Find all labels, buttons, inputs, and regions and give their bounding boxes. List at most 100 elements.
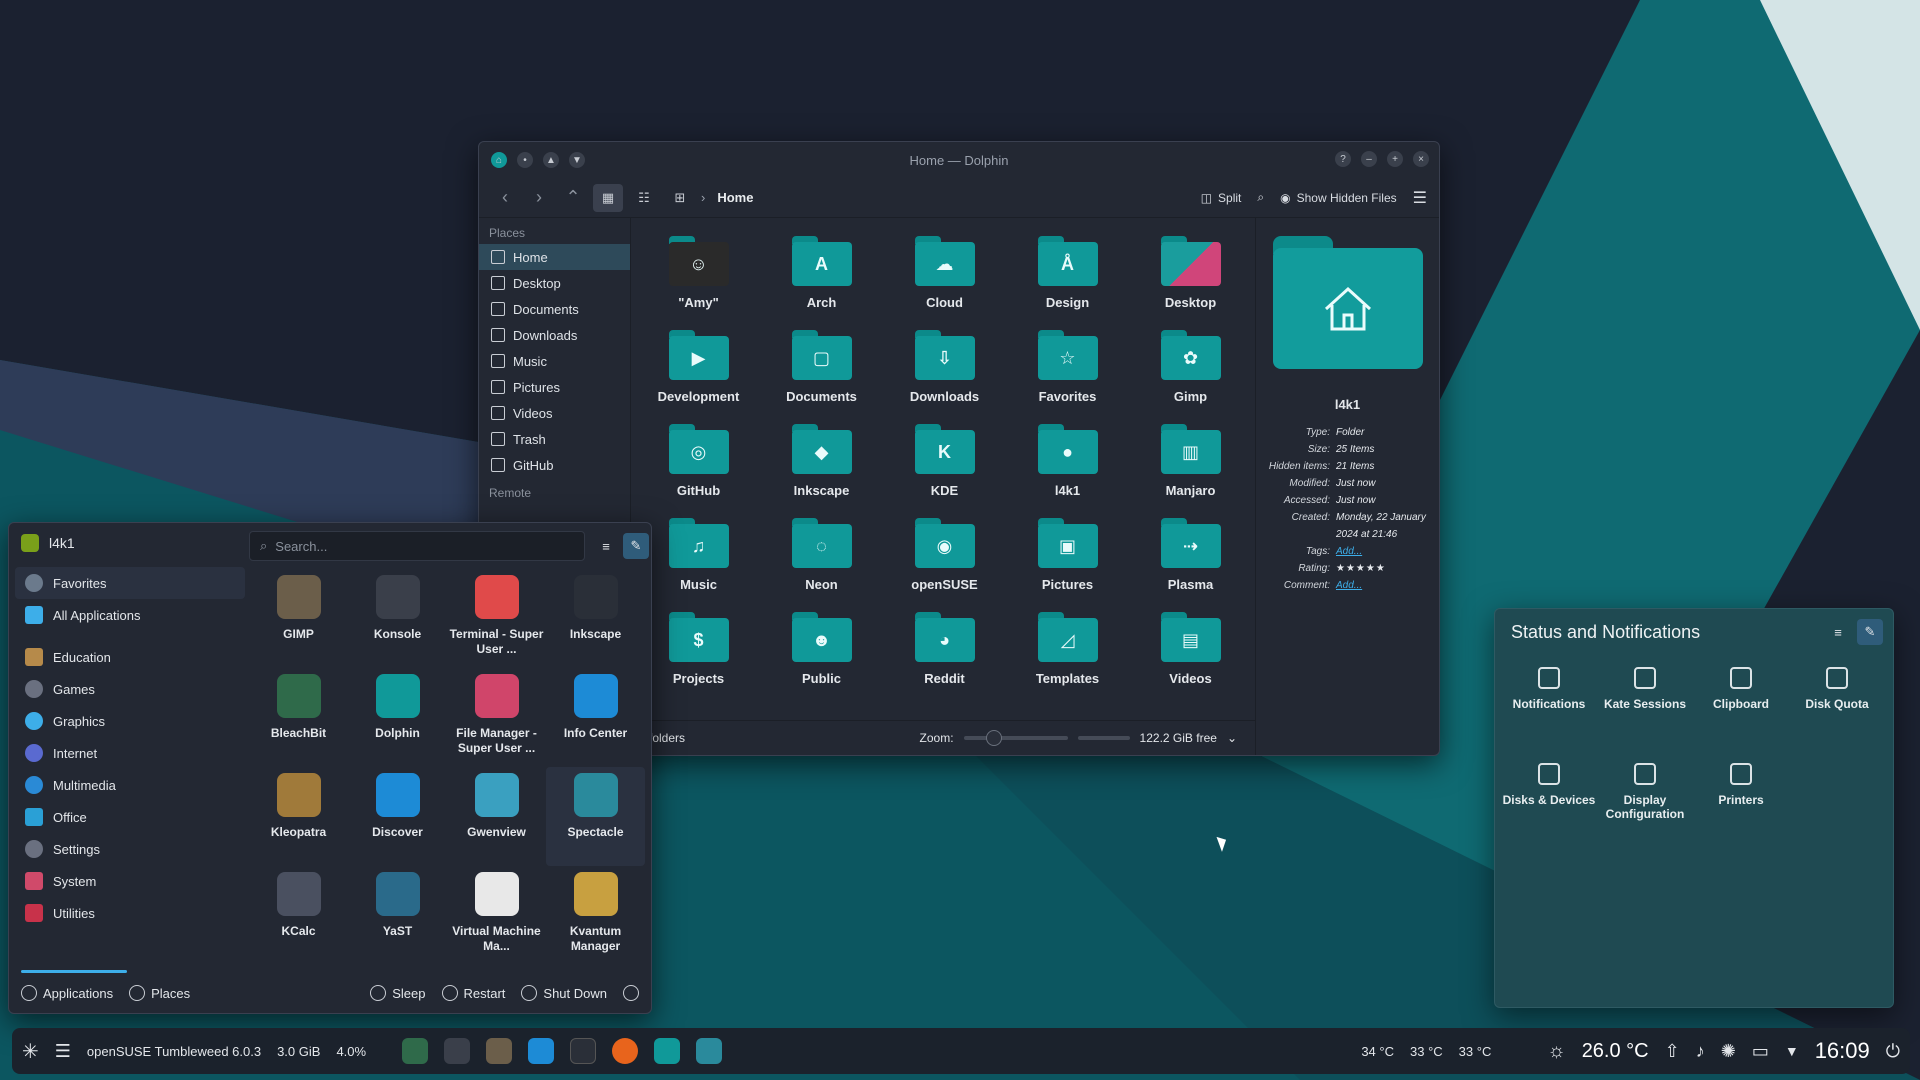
pin-button[interactable]: ✎ [623, 533, 649, 559]
panel-item-printers[interactable]: Printers [1693, 763, 1789, 859]
sidebar-item-documents[interactable]: Documents [479, 296, 630, 322]
folder-item[interactable]: ⇩ Downloads [883, 320, 1006, 414]
folder-item[interactable]: ◉ openSUSE [883, 508, 1006, 602]
network-icon[interactable]: ▭ [1752, 1041, 1769, 1062]
chevron-down-icon[interactable]: ⌄ [1227, 731, 1237, 745]
task-spectacle[interactable] [696, 1038, 723, 1064]
category-multimedia[interactable]: Multimedia [15, 769, 245, 801]
folder-item[interactable]: ♫ Music [637, 508, 760, 602]
folder-item[interactable]: Desktop [1129, 226, 1252, 320]
configure-button[interactable]: ≡ [593, 533, 619, 559]
sidebar-item-home[interactable]: Home [479, 244, 630, 270]
app-inkscape[interactable]: Inkscape [546, 569, 645, 668]
icons-view-button[interactable]: ▦ [593, 183, 623, 212]
folder-item[interactable]: ☁ Cloud [883, 226, 1006, 320]
tab-places[interactable]: Places [129, 985, 190, 1001]
panel-item-clipboard[interactable]: Clipboard [1693, 667, 1789, 763]
sidebar-item-desktop[interactable]: Desktop [479, 270, 630, 296]
app-gwenview[interactable]: Gwenview [447, 767, 546, 866]
info-value[interactable]: ★★★★★ [1336, 560, 1429, 577]
folder-item[interactable]: ◿ Templates [1006, 602, 1129, 696]
category-office[interactable]: Office [15, 801, 245, 833]
sidebar-item-pictures[interactable]: Pictures [479, 374, 630, 400]
task-dolphin[interactable] [654, 1038, 681, 1064]
folder-item[interactable]: ▤ Videos [1129, 602, 1252, 696]
app-spectacle[interactable]: Spectacle [546, 767, 645, 866]
info-value[interactable]: Add... [1336, 543, 1429, 560]
folder-item[interactable]: $ Projects [637, 602, 760, 696]
app-bleachbit[interactable]: BleachBit [249, 668, 348, 767]
up-button[interactable]: ⌃ [559, 184, 587, 212]
clock[interactable]: 16:09 [1815, 1038, 1870, 1064]
panel-item-kate-sessions[interactable]: Kate Sessions [1597, 667, 1693, 763]
split-button[interactable]: ◫ Split [1201, 191, 1242, 205]
app-kcalc[interactable]: KCalc [249, 866, 348, 965]
app-kvantum-manager[interactable]: Kvantum Manager [546, 866, 645, 965]
folder-item[interactable]: Å Design [1006, 226, 1129, 320]
folder-item[interactable]: ☆ Favorites [1006, 320, 1129, 414]
category-utilities[interactable]: Utilities [15, 897, 245, 929]
folder-item[interactable]: ☻ Public [760, 602, 883, 696]
folder-item[interactable]: ▶ Development [637, 320, 760, 414]
folder-item[interactable]: ◌ Neon [760, 508, 883, 602]
close-button[interactable]: × [1413, 151, 1429, 167]
update-icon[interactable]: ⇧ [1665, 1041, 1680, 1062]
app-virtual-machine-ma[interactable]: Virtual Machine Ma... [447, 866, 546, 965]
app-yast[interactable]: YaST [348, 866, 447, 965]
restart-button[interactable]: Restart [441, 985, 505, 1001]
task-terminal[interactable] [570, 1038, 597, 1064]
folder-item[interactable]: ◕ Reddit [883, 602, 1006, 696]
task-inkscape[interactable] [444, 1038, 471, 1064]
folder-item[interactable]: ☺ "Amy" [637, 226, 760, 320]
help-button[interactable]: ? [1335, 151, 1351, 167]
tray-expand-icon[interactable]: ▼ [1785, 1043, 1799, 1059]
task-gimp[interactable] [486, 1038, 513, 1064]
folder-item[interactable]: ▢ Documents [760, 320, 883, 414]
app-kleopatra[interactable]: Kleopatra [249, 767, 348, 866]
folder-item[interactable]: ▥ Manjaro [1129, 414, 1252, 508]
breadcrumb[interactable]: Home [717, 190, 753, 205]
panel-item-notifications[interactable]: Notifications [1501, 667, 1597, 763]
sidebar-item-github[interactable]: GitHub [479, 452, 630, 478]
search-input[interactable]: ⌕ Search... [249, 531, 585, 561]
category-system[interactable]: System [15, 865, 245, 897]
panel-item-display-configuration[interactable]: Display Configuration [1597, 763, 1693, 859]
app-terminal-super-user[interactable]: Terminal - Super User ... [447, 569, 546, 668]
pin-icon[interactable]: • [517, 152, 533, 168]
category-education[interactable]: Education [15, 641, 245, 673]
keep-below-icon[interactable]: ▼ [569, 152, 585, 168]
avatar[interactable] [21, 534, 39, 552]
compact-view-button[interactable]: ☷ [629, 184, 659, 212]
minimize-button[interactable]: – [1361, 151, 1377, 167]
folder-item[interactable]: ⇢ Plasma [1129, 508, 1252, 602]
folder-item[interactable]: ✿ Gimp [1129, 320, 1252, 414]
folder-item[interactable]: ● l4k1 [1006, 414, 1129, 508]
launcher-icon[interactable]: ✳ [22, 1039, 39, 1064]
hamburger-menu-button[interactable]: ☰ [1413, 188, 1427, 208]
tab-applications[interactable]: Applications [21, 985, 113, 1001]
folder-item[interactable]: A Arch [760, 226, 883, 320]
shutdown-button[interactable]: Shut Down [521, 985, 607, 1001]
category-games[interactable]: Games [15, 673, 245, 705]
title-bar[interactable]: ⌂ • ▲ ▼ Home — Dolphin ? – + × [479, 142, 1439, 178]
keep-above-icon[interactable]: ▲ [543, 152, 559, 168]
sleep-button[interactable]: Sleep [370, 985, 426, 1001]
folder-item[interactable]: ▣ Pictures [1006, 508, 1129, 602]
back-button[interactable]: ‹ [491, 184, 519, 212]
volume-icon[interactable]: ♪ [1696, 1041, 1705, 1062]
app-konsole[interactable]: Konsole [348, 569, 447, 668]
show-hidden-button[interactable]: ◉ Show Hidden Files [1280, 191, 1397, 205]
maximize-button[interactable]: + [1387, 151, 1403, 167]
zoom-slider[interactable] [963, 730, 1068, 746]
power-icon[interactable]: ⏻ [1886, 1041, 1900, 1062]
forward-button[interactable]: › [525, 184, 553, 212]
category-internet[interactable]: Internet [15, 737, 245, 769]
panel-item-disk-quota[interactable]: Disk Quota [1789, 667, 1885, 763]
more-power-button[interactable] [623, 985, 639, 1001]
category-settings[interactable]: Settings [15, 833, 245, 865]
panel-configure-button[interactable]: ≡ [1825, 619, 1851, 645]
category-graphics[interactable]: Graphics [15, 705, 245, 737]
app-gimp[interactable]: GIMP [249, 569, 348, 668]
sidebar-item-videos[interactable]: Videos [479, 400, 630, 426]
app-file-manager-super-user[interactable]: File Manager - Super User ... [447, 668, 546, 767]
